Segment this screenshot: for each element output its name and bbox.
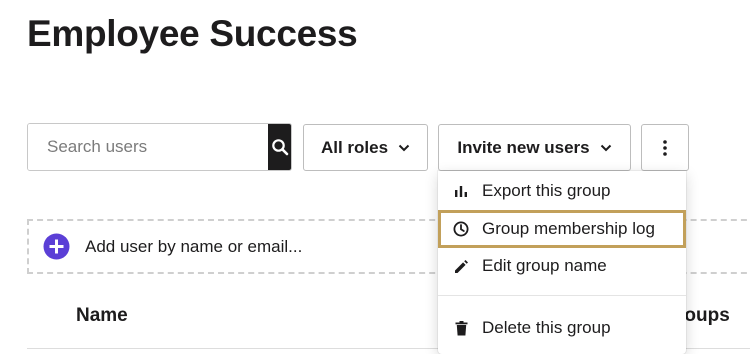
bar-chart-icon — [453, 183, 469, 199]
menu-item-label: Delete this group — [482, 318, 611, 337]
chevron-down-icon — [600, 144, 611, 151]
roles-filter-label: All roles — [320, 137, 389, 157]
chevron-down-icon — [398, 144, 410, 151]
search-input[interactable] — [28, 124, 268, 170]
invite-users-label: Invite new users — [457, 137, 590, 157]
search-box — [27, 123, 292, 171]
menu-item-membership-log[interactable]: Group membership log — [438, 210, 686, 248]
pencil-icon — [453, 258, 469, 274]
column-header-name[interactable]: Name — [76, 305, 128, 327]
plus-circle-icon — [43, 233, 70, 260]
menu-item-label: Edit group name — [482, 256, 607, 275]
menu-item-label: Group membership log — [482, 219, 655, 238]
more-options-button[interactable] — [641, 124, 689, 171]
menu-item-label: Export this group — [482, 181, 611, 200]
clock-icon — [453, 221, 469, 237]
trash-icon — [453, 320, 469, 336]
invite-users-button[interactable]: Invite new users — [438, 124, 631, 171]
group-options-menu: Export this group Group membership log E… — [438, 171, 686, 354]
vertical-ellipsis-icon — [663, 139, 667, 156]
menu-item-delete-group[interactable]: Delete this group — [438, 309, 686, 347]
search-icon — [271, 139, 288, 156]
menu-item-export-group[interactable]: Export this group — [438, 172, 686, 210]
page-title: Employee Success — [27, 13, 358, 54]
search-button[interactable] — [268, 124, 291, 170]
add-user-label: Add user by name or email... — [85, 236, 303, 256]
menu-item-edit-name[interactable]: Edit group name — [438, 247, 686, 285]
roles-filter-button[interactable]: All roles — [303, 124, 428, 171]
menu-divider — [438, 295, 686, 296]
